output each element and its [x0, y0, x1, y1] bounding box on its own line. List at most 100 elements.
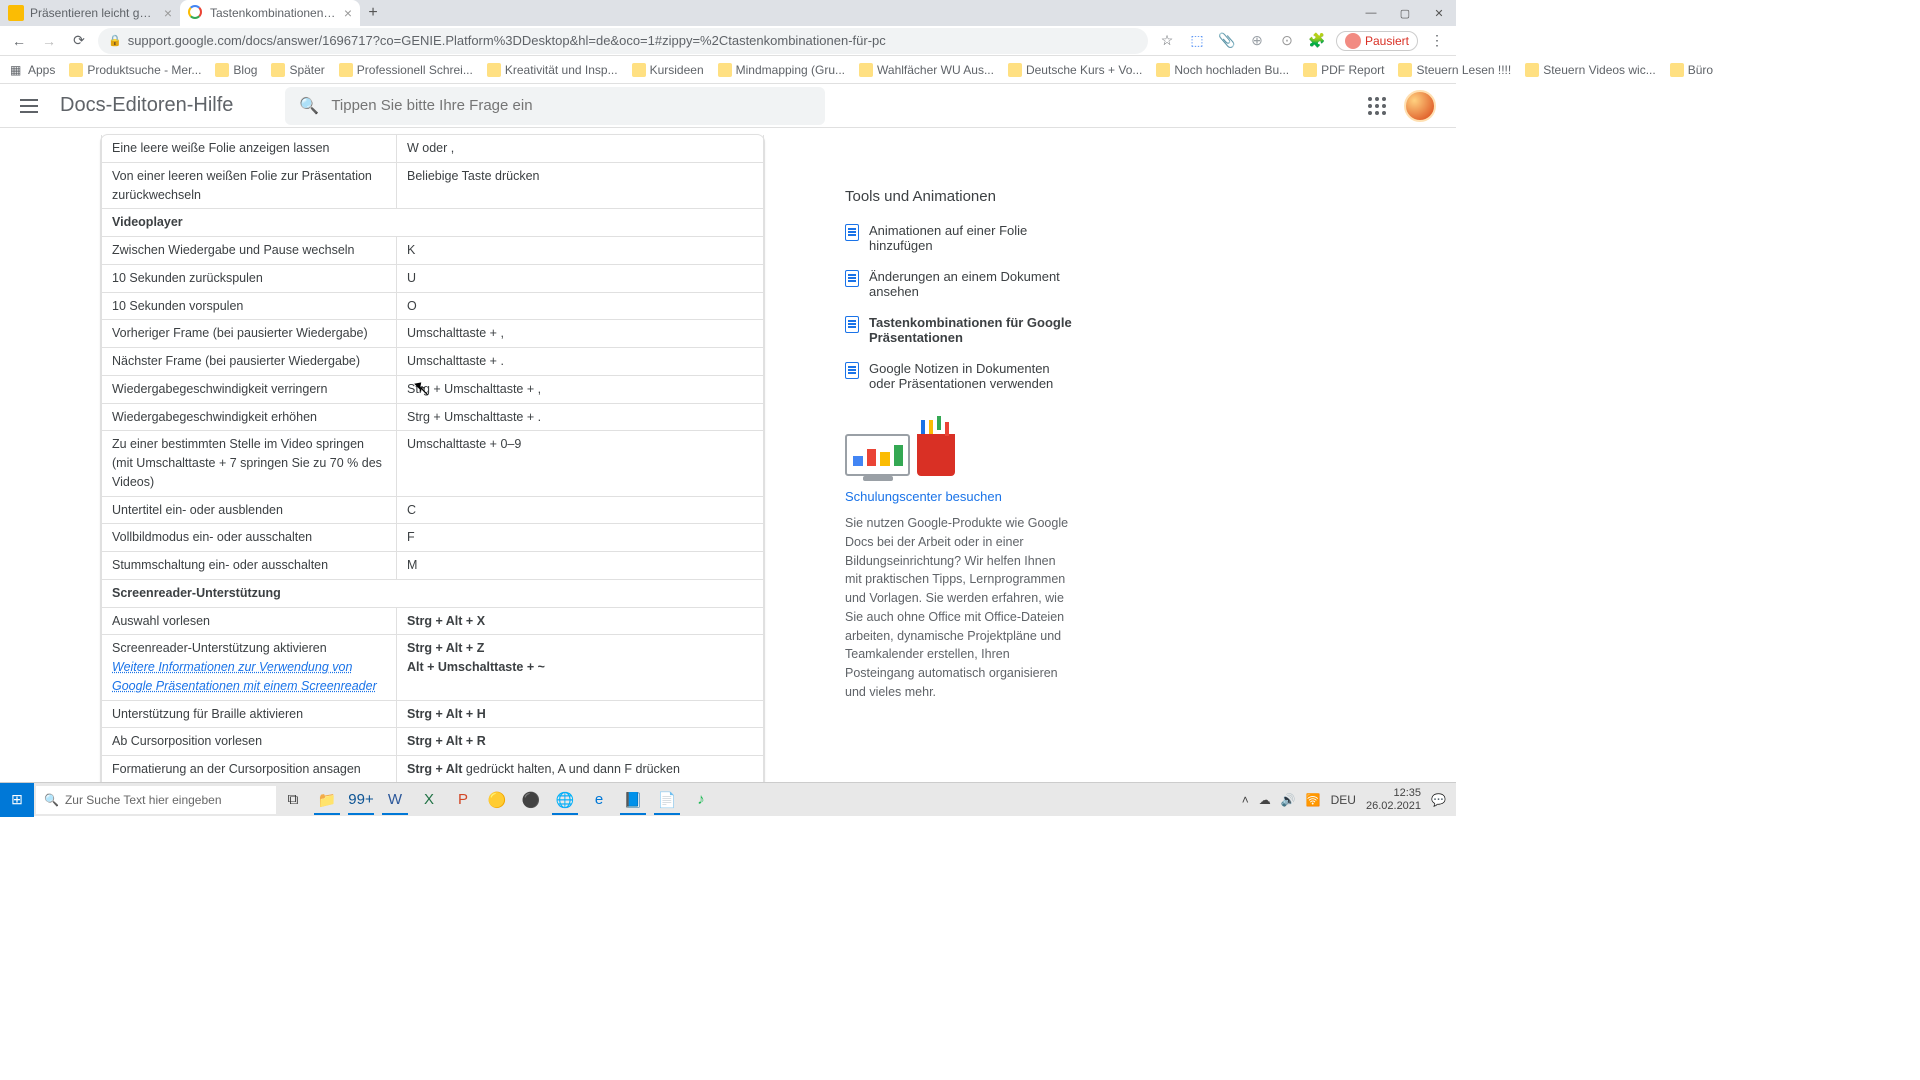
table-row: Ab Cursorposition vorlesenStrg + Alt + R: [102, 728, 764, 756]
address-bar[interactable]: 🔒 support.google.com/docs/answer/1696717…: [98, 28, 1148, 54]
maximize-button[interactable]: ▢: [1388, 0, 1422, 26]
doc-icon: [845, 316, 859, 333]
folder-icon: [487, 63, 501, 77]
close-window-button[interactable]: ✕: [1422, 0, 1456, 26]
bookmark-item[interactable]: Mindmapping (Gru...: [718, 63, 845, 77]
paused-label: Pausiert: [1365, 34, 1409, 48]
app-icon[interactable]: 📘: [616, 785, 650, 815]
extension-icon-2[interactable]: 📎: [1216, 32, 1238, 49]
folder-icon: [271, 63, 285, 77]
table-row: Unterstützung für Braille aktivierenStrg…: [102, 700, 764, 728]
apps-icon: [10, 63, 24, 77]
close-icon[interactable]: ×: [344, 5, 352, 21]
table-row: Zwischen Wiedergabe und Pause wechselnK: [102, 237, 764, 265]
doc-icon: [845, 362, 859, 379]
tab-1[interactable]: Präsentieren leicht gemacht! - G ×: [0, 0, 180, 26]
tab-2-active[interactable]: Tastenkombinationen für Google ×: [180, 0, 360, 26]
onedrive-icon[interactable]: ☁: [1259, 793, 1271, 807]
start-button[interactable]: ⊞: [0, 783, 34, 817]
obs-icon[interactable]: ⚫: [514, 785, 548, 815]
table-row: Von einer leeren weißen Folie zur Präsen…: [102, 162, 764, 209]
bookmark-item[interactable]: Kursideen: [632, 63, 704, 77]
screenreader-info-link[interactable]: Weitere Informationen zur Verwendung von…: [112, 660, 377, 693]
word-icon[interactable]: W: [378, 785, 412, 815]
promo-text: Sie nutzen Google-Produkte wie Google Do…: [845, 514, 1075, 702]
clock[interactable]: 12:3526.02.2021: [1366, 787, 1421, 811]
folder-icon: [69, 63, 83, 77]
folder-icon: [1398, 63, 1412, 77]
bookmark-item[interactable]: PDF Report: [1303, 63, 1384, 77]
table-row: Eine leere weiße Folie anzeigen lassenW …: [102, 135, 764, 162]
back-button[interactable]: ←: [8, 33, 30, 49]
language-indicator[interactable]: DEU: [1331, 793, 1356, 807]
minimize-button[interactable]: —: [1354, 0, 1388, 26]
bookmark-item[interactable]: Steuern Lesen !!!!: [1398, 63, 1511, 77]
extension-icon-1[interactable]: ⬚: [1186, 32, 1208, 49]
volume-icon[interactable]: 🔊: [1281, 793, 1296, 807]
bookmark-item[interactable]: Blog: [215, 63, 257, 77]
browser-tabstrip: Präsentieren leicht gemacht! - G × Taste…: [0, 0, 1456, 26]
bookmark-item[interactable]: Wahlfächer WU Aus...: [859, 63, 994, 77]
folder-icon: [859, 63, 873, 77]
bookmark-item[interactable]: Deutsche Kurs + Vo...: [1008, 63, 1142, 77]
bookmark-item[interactable]: Professionell Schrei...: [339, 63, 473, 77]
star-icon[interactable]: ☆: [1156, 32, 1178, 49]
account-avatar[interactable]: [1404, 90, 1436, 122]
folder-icon: [1008, 63, 1022, 77]
close-icon[interactable]: ×: [164, 5, 172, 21]
bookmark-item[interactable]: Kreativität und Insp...: [487, 63, 618, 77]
doc-icon: [845, 270, 859, 287]
folder-icon: [215, 63, 229, 77]
extensions-button[interactable]: 🧩: [1306, 32, 1328, 49]
bookmark-item[interactable]: Büro: [1670, 63, 1713, 77]
sidebar-link[interactable]: Änderungen an einem Dokument ansehen: [845, 269, 1075, 299]
notifications-icon[interactable]: 💬: [1431, 793, 1446, 807]
shortcuts-table: Eine leere weiße Folie anzeigen lassenW …: [101, 135, 764, 782]
tray-chevron-icon[interactable]: ˄: [1242, 793, 1249, 807]
apps-shortcut[interactable]: Apps: [10, 63, 55, 77]
extension-icon-4[interactable]: ⊙: [1276, 32, 1298, 49]
taskbar-search[interactable]: 🔍Zur Suche Text hier eingeben: [36, 786, 276, 814]
folder-icon: [632, 63, 646, 77]
forward-button[interactable]: →: [38, 33, 60, 49]
system-tray: ˄ ☁ 🔊 🛜 DEU 12:3526.02.2021 💬: [1232, 787, 1456, 811]
table-row: Untertitel ein- oder ausblendenC: [102, 496, 764, 524]
sidebar-link[interactable]: Google Notizen in Dokumenten oder Präsen…: [845, 361, 1075, 391]
bookmark-item[interactable]: Produktsuche - Mer...: [69, 63, 201, 77]
spotify-icon[interactable]: ♪: [684, 785, 718, 815]
explorer-icon[interactable]: 📁: [310, 785, 344, 815]
tab-1-title: Präsentieren leicht gemacht! - G: [30, 6, 158, 20]
bookmarks-bar: Apps Produktsuche - Mer... Blog Später P…: [0, 56, 1456, 84]
search-input[interactable]: [331, 97, 811, 114]
edge-icon[interactable]: e: [582, 785, 616, 815]
bookmark-item[interactable]: Noch hochladen Bu...: [1156, 63, 1289, 77]
learning-center-link[interactable]: Schulungscenter besuchen: [845, 489, 1002, 504]
content-scroll[interactable]: Eine leere weiße Folie anzeigen lassenW …: [0, 128, 1456, 782]
powerpoint-icon[interactable]: P: [446, 785, 480, 815]
notepad-icon[interactable]: 📄: [650, 785, 684, 815]
network-icon[interactable]: 🛜: [1306, 793, 1321, 807]
folder-icon: [1156, 63, 1170, 77]
taskview-button[interactable]: ⧉: [276, 785, 310, 815]
table-row: Wiedergabegeschwindigkeit erhöhenStrg + …: [102, 403, 764, 431]
new-tab-button[interactable]: +: [360, 0, 386, 26]
app-icon[interactable]: 🟡: [480, 785, 514, 815]
bookmark-item[interactable]: Später: [271, 63, 324, 77]
chrome-icon[interactable]: 🌐: [548, 785, 582, 815]
reload-button[interactable]: ⟳: [68, 32, 90, 49]
menu-icon[interactable]: [20, 99, 38, 113]
sidebar: Tools und Animationen Animationen auf ei…: [845, 128, 1075, 782]
main-column: Eine leere weiße Folie anzeigen lassenW …: [100, 128, 765, 782]
search-box[interactable]: 🔍: [285, 87, 825, 125]
sidebar-link-active[interactable]: Tastenkombinationen für Google Präsentat…: [845, 315, 1075, 345]
excel-icon[interactable]: X: [412, 785, 446, 815]
bookmark-item[interactable]: Steuern Videos wic...: [1525, 63, 1656, 77]
profile-paused[interactable]: Pausiert: [1336, 31, 1418, 51]
app-icon[interactable]: 99+: [344, 785, 378, 815]
extension-icon-3[interactable]: ⊕: [1246, 32, 1268, 49]
chrome-menu-icon[interactable]: ⋮: [1426, 32, 1448, 49]
folder-icon: [718, 63, 732, 77]
google-apps-icon[interactable]: [1368, 97, 1386, 115]
tab-2-title: Tastenkombinationen für Google: [210, 6, 338, 20]
sidebar-link[interactable]: Animationen auf einer Folie hinzufügen: [845, 223, 1075, 253]
